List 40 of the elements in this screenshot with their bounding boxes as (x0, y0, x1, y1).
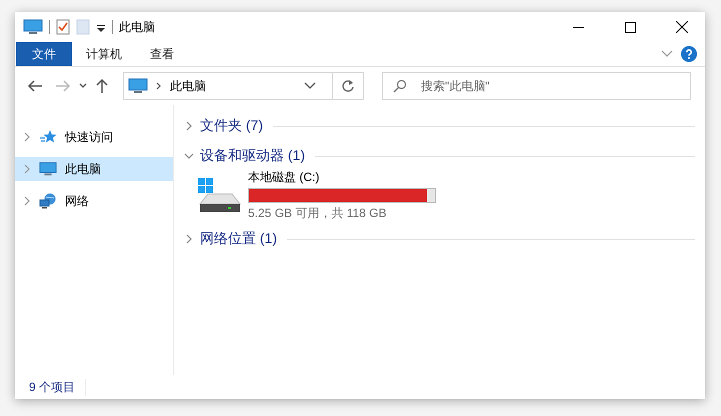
properties-icon[interactable] (56, 19, 70, 35)
computer-icon[interactable] (23, 19, 43, 35)
up-button[interactable] (95, 78, 109, 94)
close-icon (676, 21, 688, 33)
address-bar[interactable]: 此电脑 (123, 72, 333, 100)
refresh-button[interactable] (332, 72, 364, 100)
drive-name: 本地磁盘 (C:) (248, 169, 320, 186)
item-count: 9 个项目 (29, 378, 86, 396)
group-toggle-icon[interactable] (184, 234, 194, 244)
window-title: 此电脑 (119, 18, 155, 36)
refresh-icon (341, 79, 355, 93)
search-icon (393, 79, 407, 93)
expand-icon[interactable] (23, 196, 31, 206)
star-icon (39, 129, 57, 145)
sidebar-item[interactable]: 此电脑 (15, 157, 173, 181)
expand-ribbon-icon[interactable] (661, 50, 673, 58)
computer-icon (39, 161, 57, 177)
search-field[interactable]: 搜索"此电脑" (382, 72, 691, 100)
computer-icon (128, 78, 148, 94)
group-toggle-icon[interactable] (184, 151, 194, 161)
recent-locations-button[interactable] (79, 83, 87, 89)
expand-icon[interactable] (23, 164, 31, 174)
ribbon-tab[interactable]: 计算机 (72, 42, 136, 66)
network-icon (39, 193, 57, 209)
expand-icon[interactable] (23, 132, 31, 142)
sidebar-item[interactable]: 快速访问 (15, 125, 173, 149)
group-header[interactable]: 文件夹 (7) (200, 117, 263, 135)
group-header[interactable]: 网络位置 (1) (200, 230, 277, 248)
back-button[interactable] (27, 79, 43, 93)
ribbon-tab[interactable]: 查看 (136, 42, 188, 66)
drive-item[interactable]: 本地磁盘 (C:) 5.25 GB 可用，共 118 GB (196, 169, 446, 222)
ribbon-tab[interactable]: 文件 (16, 42, 72, 66)
help-icon[interactable] (681, 46, 697, 62)
address-path[interactable]: 此电脑 (170, 78, 206, 94)
group-header[interactable]: 设备和驱动器 (1) (200, 147, 305, 165)
drive-space: 5.25 GB 可用，共 118 GB (248, 205, 388, 222)
sidebar-item[interactable]: 网络 (15, 189, 173, 213)
group-toggle-icon[interactable] (184, 121, 194, 131)
chevron-icon (156, 82, 162, 90)
maximize-icon (624, 22, 636, 32)
